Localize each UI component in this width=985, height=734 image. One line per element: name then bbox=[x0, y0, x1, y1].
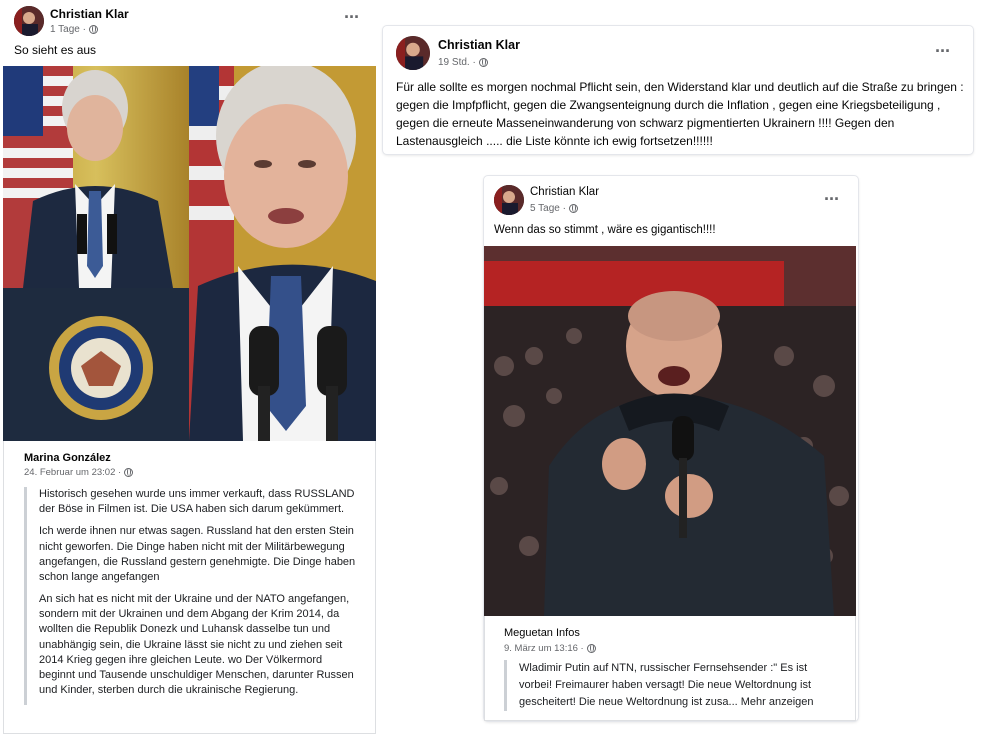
author-avatar[interactable] bbox=[396, 36, 430, 70]
post-timestamp[interactable]: 19 Std. · bbox=[438, 57, 488, 68]
author-name[interactable]: Christian Klar bbox=[530, 186, 599, 198]
post-image[interactable] bbox=[3, 66, 376, 441]
author-name[interactable]: Christian Klar bbox=[438, 38, 520, 52]
post-middle: Christian Klar 5 Tage · ··· Wenn das so … bbox=[484, 176, 858, 721]
globe-icon bbox=[478, 58, 488, 67]
globe-icon bbox=[88, 25, 98, 34]
globe-icon bbox=[586, 644, 596, 653]
shared-timestamp-text: 9. März um 13:16 · bbox=[504, 643, 584, 654]
quote-paragraph: Ich werde ihnen nur etwas sagen. Russlan… bbox=[39, 525, 356, 583]
author-avatar[interactable] bbox=[14, 6, 44, 36]
shared-quote: Historisch gesehen wurde uns immer verka… bbox=[24, 487, 360, 706]
post-text: So sieht es aus bbox=[14, 43, 97, 57]
post-right: Christian Klar 19 Std. · ··· Für alle so… bbox=[383, 26, 973, 154]
more-options-icon[interactable]: ··· bbox=[935, 42, 951, 60]
post-left: Christian Klar 1 Tage · ··· So sieht es … bbox=[0, 0, 376, 734]
author-name[interactable]: Christian Klar bbox=[50, 7, 129, 21]
putin-photo bbox=[484, 246, 856, 616]
post-timestamp[interactable]: 1 Tage · bbox=[50, 24, 98, 35]
more-options-icon[interactable]: ··· bbox=[824, 190, 840, 208]
shared-author-name[interactable]: Marina González bbox=[24, 452, 111, 464]
biden-photo bbox=[3, 66, 376, 441]
more-options-icon[interactable]: ··· bbox=[344, 8, 360, 26]
post-text: Wenn das so stimmt , wäre es gigantisch!… bbox=[494, 224, 716, 236]
post-image[interactable] bbox=[484, 246, 856, 616]
author-avatar[interactable] bbox=[494, 185, 524, 215]
shared-timestamp[interactable]: 9. März um 13:16 · bbox=[504, 643, 596, 654]
avatar-image bbox=[396, 36, 430, 70]
post-timestamp[interactable]: 5 Tage · bbox=[530, 203, 578, 214]
quote-paragraph: Historisch gesehen wurde uns immer verka… bbox=[39, 488, 355, 516]
shared-author-name[interactable]: Meguetan Infos bbox=[504, 627, 580, 639]
quote-paragraph: An sich hat es nicht mit der Ukraine und… bbox=[39, 593, 354, 697]
timestamp-text: 19 Std. · bbox=[438, 57, 476, 68]
avatar-image bbox=[494, 185, 524, 215]
shared-timestamp-text: 24. Februar um 23:02 · bbox=[24, 467, 122, 478]
shared-timestamp[interactable]: 24. Februar um 23:02 · bbox=[24, 467, 134, 478]
timestamp-text: 5 Tage · bbox=[530, 203, 566, 214]
see-more-link[interactable]: Mehr anzeigen bbox=[741, 696, 814, 708]
post-text: Für alle sollte es morgen nochmal Pflich… bbox=[396, 80, 964, 148]
globe-icon bbox=[124, 468, 134, 477]
shared-quote: Wladimir Putin auf NTN, russischer Ferns… bbox=[504, 660, 834, 712]
globe-icon bbox=[568, 204, 578, 213]
timestamp-text: 1 Tage · bbox=[50, 24, 86, 35]
avatar-image bbox=[14, 6, 44, 36]
